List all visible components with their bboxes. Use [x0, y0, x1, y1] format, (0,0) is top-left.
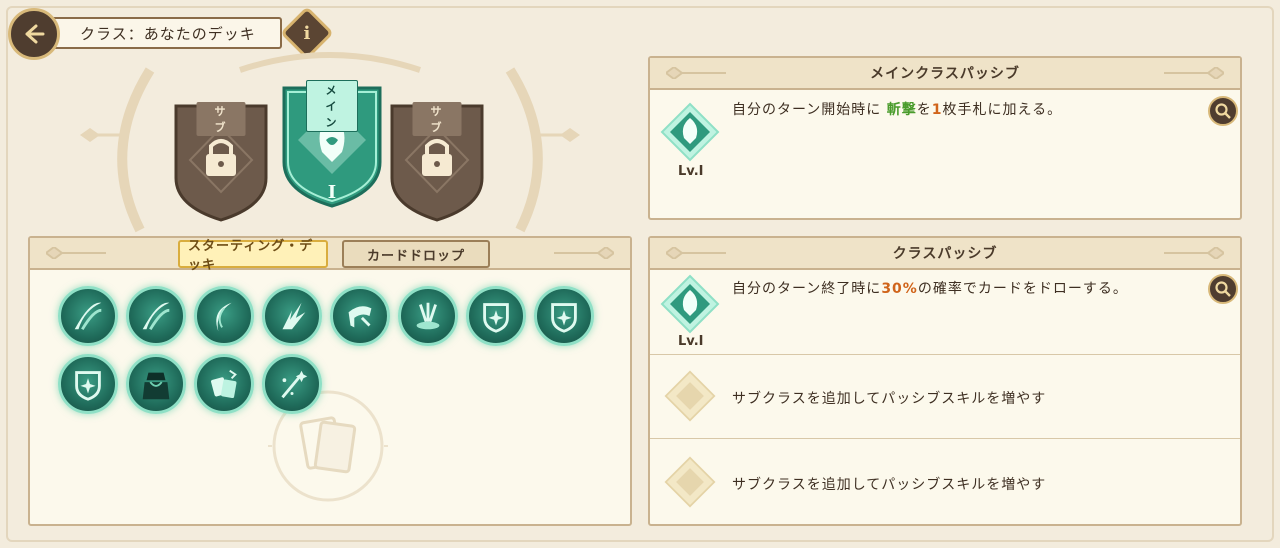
row-divider — [650, 354, 1240, 355]
ornament-icon — [554, 247, 614, 259]
shield-sparkle-icon — [75, 371, 101, 401]
ornament-icon — [46, 247, 106, 259]
passive-skill-gem-icon — [660, 274, 720, 334]
slash-icon — [74, 302, 102, 331]
magnifier-icon — [1215, 281, 1231, 297]
main-passive-description: 自分のターン開始時に 斬撃を1枚手札に加える。 — [732, 102, 1063, 118]
sub-class-slot-right[interactable]: サブ — [388, 98, 486, 223]
empty-slot-hint: サブクラスを追加してパッシブスキルを増やす — [732, 391, 1047, 407]
shield-tag: サブ — [412, 102, 462, 136]
starting-card[interactable] — [330, 286, 390, 346]
shatter-icon — [282, 302, 306, 330]
starting-card[interactable] — [534, 286, 594, 346]
starting-card[interactable] — [194, 286, 254, 346]
tab-starting-deck[interactable]: スターティング・デッキ — [178, 239, 328, 273]
back-arrow-icon — [25, 24, 45, 44]
draw-chance: 30% — [881, 281, 918, 297]
tab-card-drop[interactable]: カードドロップ — [342, 240, 490, 268]
detail-button[interactable] — [1208, 274, 1238, 304]
shield-tag: サブ — [196, 102, 246, 136]
shield-sparkle-icon — [483, 303, 509, 333]
starting-card[interactable] — [398, 286, 458, 346]
shield-tag: メイン — [306, 80, 358, 132]
detail-button[interactable] — [1208, 96, 1238, 126]
empty-slot-hint: サブクラスを追加してパッシブスキルを増やす — [732, 477, 1047, 493]
main-class-slot[interactable]: メイン I — [280, 78, 384, 208]
passive-skill-gem-icon — [660, 102, 720, 162]
starting-card[interactable] — [194, 354, 254, 414]
empty-skill-slot-icon — [664, 370, 716, 422]
starting-card[interactable] — [58, 286, 118, 346]
card-count: 1 — [931, 102, 943, 118]
starting-card[interactable] — [262, 354, 322, 414]
main-passive-title: メインクラスパッシブ — [870, 66, 1020, 82]
skill-level: Lv.I — [678, 164, 704, 179]
deck-panel: スターティング・デッキ カードドロップ — [28, 236, 632, 526]
cloak-icon — [142, 372, 170, 400]
ornament-icon — [666, 247, 726, 259]
main-class-passive-panel: メインクラスパッシブ Lv.I 自分のターン開始時に 斬撃を1枚手札に加える。 — [648, 56, 1242, 220]
deck-panel-header: スターティング・デッキ カードドロップ — [30, 238, 630, 273]
back-button[interactable] — [8, 8, 60, 60]
starting-card[interactable] — [262, 286, 322, 346]
main-passive-header: メインクラスパッシブ — [650, 58, 1240, 90]
slash-icon — [142, 302, 170, 331]
swipe-icon — [348, 306, 372, 328]
row-divider — [650, 438, 1240, 439]
starting-card[interactable] — [126, 354, 186, 414]
class-passive-header: クラスパッシブ — [650, 238, 1240, 270]
ornament-icon — [666, 67, 726, 79]
starting-card[interactable] — [466, 286, 526, 346]
skill-level: Lv.I — [678, 334, 704, 349]
starting-card[interactable] — [126, 286, 186, 346]
ornament-icon — [1164, 247, 1224, 259]
wand-sparkle-icon — [281, 370, 308, 399]
starting-card[interactable] — [58, 354, 118, 414]
class-passive-title: クラスパッシブ — [892, 246, 998, 262]
ornament-icon — [1164, 67, 1224, 79]
cleave-icon — [416, 302, 440, 330]
shield-sparkle-icon — [551, 303, 577, 333]
crescent-slash-icon — [216, 302, 232, 332]
class-passive-panel: クラスパッシブ Lv.I 自分のターン終了時に30%の確率でカードをドローする。… — [648, 236, 1242, 526]
card-draw-icon — [211, 369, 237, 399]
class-passive-description: 自分のターン終了時に30%の確率でカードをドローする。 — [732, 281, 1128, 297]
keyword-slash: 斬撃 — [886, 102, 917, 118]
class-rank: I — [327, 182, 337, 203]
page-title: クラス：あなたのデッキ — [48, 17, 282, 49]
empty-skill-slot-icon — [664, 456, 716, 508]
sub-class-slot-left[interactable]: サブ — [172, 98, 270, 223]
magnifier-icon — [1215, 103, 1231, 119]
